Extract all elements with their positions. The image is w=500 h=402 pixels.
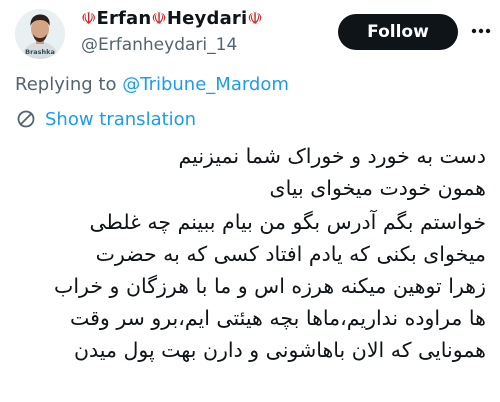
avatar-image: Brashka (15, 9, 65, 59)
show-translation-link[interactable]: Show translation (15, 107, 196, 131)
avatar-caption: Brashka (25, 48, 55, 56)
tweet-text-line: زهرا توهین میکنه هرزه اس و ما با هرزگان … (54, 274, 486, 298)
tweet-text: دست به خورد و خوراک شما نمیزنیم همون خود… (16, 140, 486, 366)
tweet-text-line: ها مراوده نداریم،ماها بچه هیئتی ایم،برو … (69, 306, 486, 330)
more-horizontal-icon (471, 28, 491, 34)
emblem-icon: ☫ (81, 9, 97, 29)
author-display-name[interactable]: ☫Erfan☫Heydari☫ (81, 8, 263, 29)
follow-button[interactable]: Follow (338, 14, 458, 50)
author-handle[interactable]: @Erfanheydari_14 (81, 35, 237, 55)
reply-mention-link[interactable]: @Tribune_Mardom (122, 74, 289, 95)
tweet-text-line: دست به خورد و خوراک شما نمیزنیم (178, 144, 487, 168)
tweet-text-line: همون خودت میخوای بیای (269, 176, 486, 200)
show-translation-label: Show translation (45, 108, 197, 130)
more-options-button[interactable] (468, 18, 494, 44)
tweet-text-line: خواستم بگم آدرس بگو من بیام ببینم چه غلط… (89, 210, 486, 234)
author-first-name: Erfan (96, 8, 152, 29)
emblem-icon: ☫ (247, 9, 263, 29)
tweet-text-line: همونایی که الان باهاشونی و دارن بهت پول … (73, 338, 486, 362)
tweet-card: Brashka ☫Erfan☫Heydari☫ @Erfanheydari_14… (0, 0, 500, 402)
replying-to-label: Replying to (15, 74, 117, 95)
author-last-name: Heydari (166, 8, 248, 29)
tweet-text-line: میخوای بکنی که یادم افتاد کسی که به حضرت (95, 242, 486, 266)
avatar[interactable]: Brashka (15, 9, 65, 59)
emblem-icon: ☫ (151, 9, 167, 29)
translate-icon (15, 108, 37, 130)
replying-to-line: Replying to @Tribune_Mardom (15, 74, 289, 95)
